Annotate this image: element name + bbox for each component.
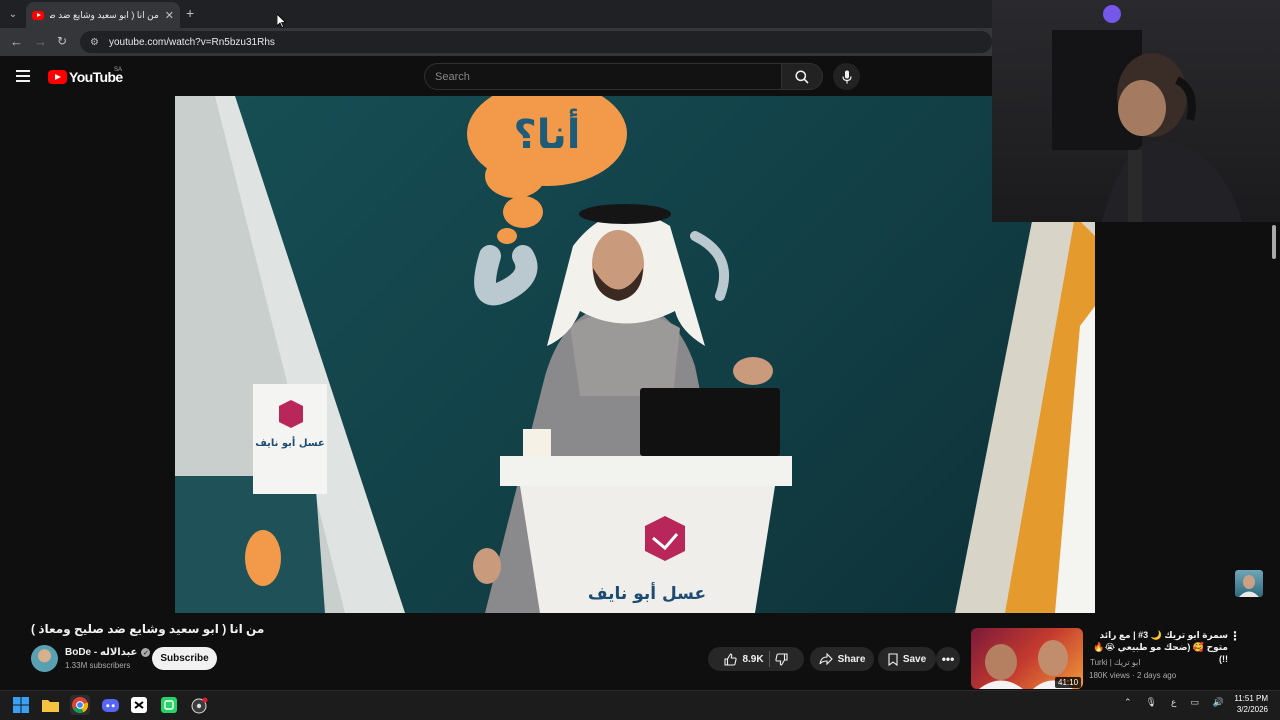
page-scrollbar[interactable] <box>1271 222 1278 690</box>
save-button[interactable]: Save <box>878 647 936 671</box>
side-sign-text: عسل أبو نايف <box>255 436 325 449</box>
share-arrow-icon <box>819 653 833 665</box>
file-explorer-icon[interactable] <box>40 695 60 715</box>
tab-close-icon[interactable]: ✕ <box>165 9 174 22</box>
save-label: Save <box>902 653 927 665</box>
streamer-webcam-image <box>1052 5 1242 222</box>
dislike-button[interactable] <box>774 652 788 666</box>
search-input[interactable] <box>435 70 781 83</box>
like-dislike-group: 8.9K <box>708 647 804 671</box>
channel-name-link[interactable]: BoDe - عبدالاله ✓ <box>65 647 151 658</box>
youtube-play-logo-icon <box>48 70 67 84</box>
sign-text-ana: أنا؟ <box>514 108 581 158</box>
youtube-favicon-icon <box>32 10 44 20</box>
network-icon[interactable]: ▭ <box>1190 697 1199 708</box>
menu-icon[interactable] <box>16 70 30 82</box>
microphone-icon <box>841 70 852 83</box>
browser-tab-active[interactable]: من انا ( ابو سعيد وشايع ضد صلي ✕ <box>26 2 180 28</box>
clock-date: 3/2/2026 <box>1236 705 1268 714</box>
input-language-indicator[interactable]: ع <box>1171 697 1176 708</box>
suggested-video-duration: 41:10 <box>1055 677 1082 688</box>
channel-name[interactable]: BoDe - عبدالاله <box>65 647 137 658</box>
suggested-video-meta: 180K views · 2 days ago <box>1089 671 1177 680</box>
subscribe-button[interactable]: Subscribe <box>152 647 217 670</box>
thumbs-up-icon <box>724 652 738 666</box>
clock-time: 11:51 PM <box>1234 694 1268 703</box>
discord-icon[interactable] <box>100 695 120 715</box>
like-button[interactable]: 8.9K <box>724 652 764 666</box>
floating-avatar[interactable] <box>1235 570 1263 597</box>
url-text: youtube.com/watch?v=Rn5bzu31Rhs <box>108 36 275 48</box>
subscriber-count: 1.33M subscribers <box>65 661 131 670</box>
like-divider <box>768 651 770 667</box>
suggested-video-channel[interactable]: Turki | ابو تريك <box>1090 658 1140 667</box>
mouse-cursor-icon <box>277 14 286 28</box>
video-player[interactable]: أنا؟ عسل أبو نايف عسل أبو نايف <box>175 96 1095 613</box>
podium-brand-text: عسل أبو نايف <box>588 582 706 604</box>
avatar-face-icon <box>1239 575 1259 597</box>
site-info-icon[interactable]: ⚙ <box>90 37 99 48</box>
volume-icon[interactable]: 🔊 <box>1213 697 1224 708</box>
new-tab-button[interactable]: + <box>186 5 194 21</box>
whatsapp-icon[interactable] <box>159 695 179 715</box>
region-code: SA <box>114 67 123 73</box>
tray-mic-icon[interactable]: 🎙 <box>1146 697 1157 708</box>
tab-search-button[interactable]: ⌄ <box>4 5 22 23</box>
windows-start-icon[interactable] <box>11 695 31 715</box>
system-tray: ⌃ 🎙 ع ▭ 🔊 <box>1124 697 1224 708</box>
more-horizontal-icon: ••• <box>941 652 955 666</box>
voice-search-button[interactable] <box>833 63 860 90</box>
search-button[interactable] <box>781 63 823 90</box>
tray-chevron-up-icon[interactable]: ⌃ <box>1124 697 1132 708</box>
like-count: 8.9K <box>742 653 764 665</box>
suggested-more-vertical-icon[interactable]: ⋮ <box>1229 629 1241 643</box>
thumbs-down-icon <box>774 652 788 666</box>
youtube-logo[interactable]: YouTube <box>48 69 123 85</box>
forward-arrow-icon[interactable]: → <box>34 34 47 49</box>
share-button[interactable]: Share <box>810 647 874 671</box>
video-title: من انا ( ابو سعيد وشايع ضد صليح ومعاذ ) <box>31 622 265 636</box>
capcut-icon[interactable] <box>129 695 149 715</box>
channel-avatar[interactable] <box>31 645 58 672</box>
search-icon <box>795 69 809 84</box>
webcam-overlay <box>992 0 1280 222</box>
verified-check-icon: ✓ <box>141 648 151 657</box>
search-field[interactable] <box>424 63 781 90</box>
reload-icon[interactable]: ↻ <box>57 34 67 48</box>
scrollbar-thumb[interactable] <box>1272 225 1276 259</box>
video-frame: أنا؟ عسل أبو نايف عسل أبو نايف <box>175 96 1095 613</box>
more-actions-button[interactable]: ••• <box>936 647 960 671</box>
taskbar-clock[interactable]: 11:51 PM 3/2/2026 <box>1228 693 1268 715</box>
obs-recording-icon[interactable] <box>189 695 209 715</box>
bookmark-icon <box>888 652 898 666</box>
share-label: Share <box>837 653 866 665</box>
chrome-icon[interactable] <box>70 695 90 715</box>
tab-title: من انا ( ابو سعيد وشايع ضد صلي <box>50 9 159 20</box>
back-arrow-icon[interactable]: ← <box>10 34 23 49</box>
address-bar[interactable]: ⚙ youtube.com/watch?v=Rn5bzu31Rhs <box>80 31 992 53</box>
